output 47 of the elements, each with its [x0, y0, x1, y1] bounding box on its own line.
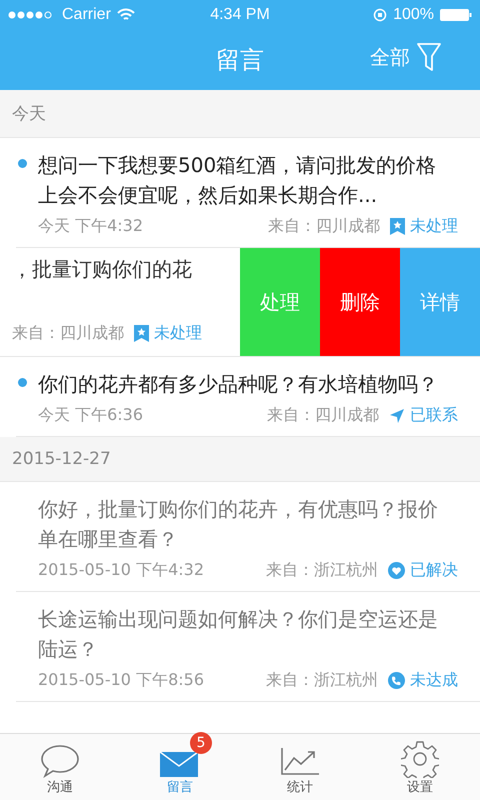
message-time: 2015-05-10 下午8:56 [38, 670, 204, 691]
message-text: ，批量订购你们的花 [12, 256, 193, 283]
swipe-action-button[interactable]: 删除 [320, 248, 400, 356]
status-label: 未处理 [410, 216, 458, 237]
message-text: 你好，批量订购你们的花卉，有优惠吗？报价单在哪里查看？ [38, 496, 439, 553]
page-title: 留言 [216, 45, 264, 76]
tab[interactable]: 沟通 [0, 734, 120, 800]
wifi-icon [116, 8, 135, 22]
status-time: 4:34 PM [210, 6, 270, 24]
status-label: 未达成 [410, 670, 458, 691]
message-source: 来自：四川成都 [12, 323, 124, 344]
message-text: 想问一下我想要500箱红酒，请问批发的价格上会不会便宜呢，然后如果长期合作... [38, 152, 438, 209]
message-source: 来自：浙江杭州 [266, 560, 378, 581]
lock-rotation-icon [373, 8, 388, 22]
message-row[interactable]: ，批量订购你们的花 来自：四川成都 未处理 [0, 248, 240, 356]
filter-icon [416, 42, 442, 72]
unread-count-badge: 5 [190, 732, 212, 754]
tab[interactable]: 5 留言 [120, 734, 240, 800]
settings-icon [401, 740, 439, 778]
message-source: 来自：四川成都 [267, 405, 379, 426]
filter-button[interactable]: 全部 [370, 42, 442, 72]
swipe-action-button[interactable]: 详情 [400, 248, 480, 356]
message-text: 长途运输出现问题如何解决？你们是空运还是陆运？ [38, 606, 439, 663]
status-label: 已解决 [410, 560, 458, 581]
message-row[interactable]: 长途运输出现问题如何解决？你们是空运还是陆运？ 2015-05-10 下午8:56 来自：浙江杭州 未达成 [16, 592, 480, 702]
message-time: 今天 下午4:32 [38, 216, 144, 237]
send-icon [389, 408, 405, 424]
section-date: 今天 [12, 104, 46, 124]
message-time: 今天 下午6:36 [38, 405, 144, 426]
message-text: 你们的花卉都有多少品种呢？有水培植物吗？ [38, 371, 438, 398]
tab[interactable]: 设置 [360, 734, 480, 800]
status-label: 已联系 [410, 405, 458, 426]
phone-icon [388, 672, 405, 689]
tab[interactable]: 统计 [240, 734, 360, 800]
message-time: 2015-05-10 下午4:32 [38, 560, 204, 581]
message-row[interactable]: 你好，批量订购你们的花卉，有优惠吗？报价单在哪里查看？ 2015-05-10 下午4:32 来自：浙江杭州 已解决 [16, 482, 480, 592]
message-source: 来自：浙江杭州 [266, 670, 378, 691]
battery-icon [440, 9, 472, 21]
battery-label: 100% [393, 6, 434, 24]
section-date: 2015-12-27 [12, 449, 111, 469]
carrier-label: Carrier [62, 6, 111, 24]
trend-chart-icon [280, 746, 320, 778]
chat-bubble-icon [40, 744, 80, 778]
status-label: 未处理 [154, 323, 202, 344]
message-source: 来自：四川成都 [268, 216, 380, 237]
bookmark-star-icon [390, 218, 405, 235]
bookmark-star-icon [134, 325, 149, 342]
